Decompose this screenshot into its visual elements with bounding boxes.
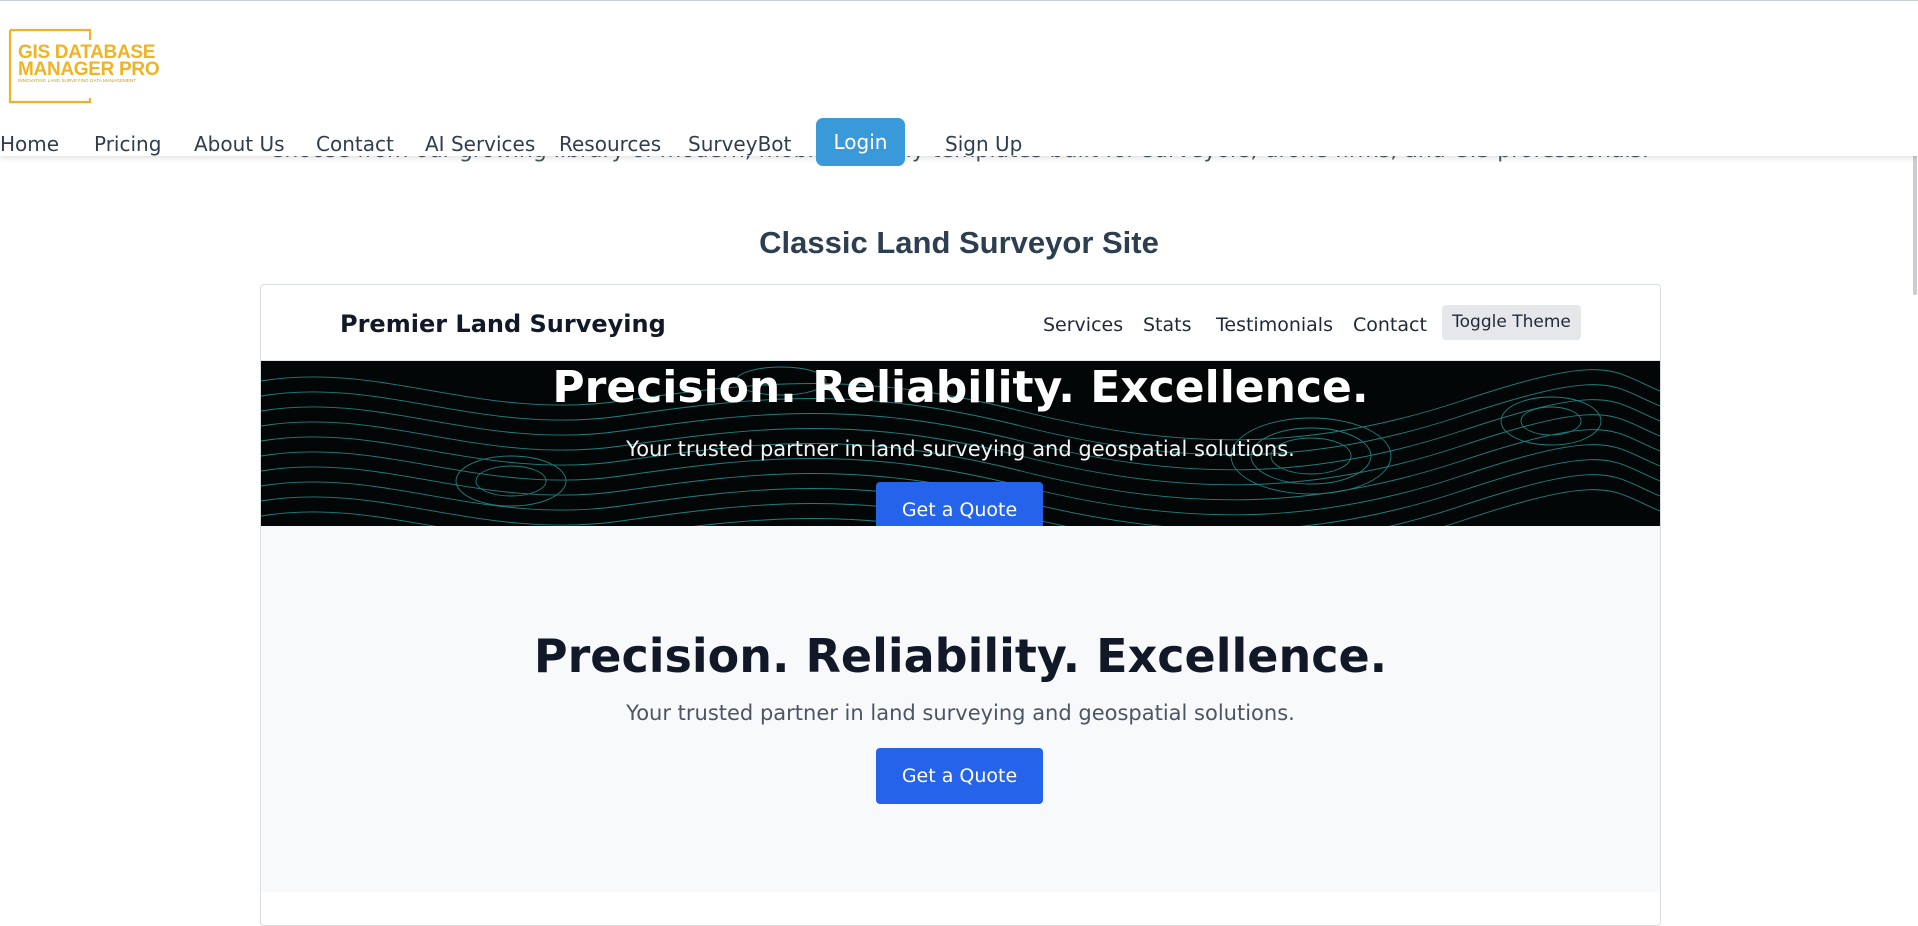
intro-title: Precision. Reliability. Excellence. — [533, 629, 1388, 683]
login-button[interactable]: Login — [816, 118, 905, 166]
preview-brand[interactable]: Premier Land Surveying — [340, 310, 666, 338]
nav-pricing[interactable]: Pricing — [94, 132, 161, 156]
logo[interactable]: GIS DATABASE MANAGER PRO INNOVATING LAND… — [8, 28, 163, 104]
toggle-theme-button[interactable]: Toggle Theme — [1442, 305, 1581, 340]
site-header: GIS DATABASE MANAGER PRO INNOVATING LAND… — [0, 1, 1918, 166]
hero-title: Precision. Reliability. Excellence. — [552, 362, 1369, 413]
preview-nav-contact[interactable]: Contact — [1353, 314, 1427, 336]
template-section-title: Classic Land Surveyor Site — [759, 225, 1159, 260]
nav-surveybot[interactable]: SurveyBot — [688, 132, 791, 156]
nav-about-us[interactable]: About Us — [194, 132, 285, 156]
hero-subtitle: Your trusted partner in land surveying a… — [626, 437, 1295, 461]
preview-nav-services[interactable]: Services — [1043, 314, 1123, 336]
nav-home[interactable]: Home — [0, 132, 59, 156]
logo-tagline: INNOVATING LAND SURVEYING DATA MANAGEMEN… — [18, 78, 137, 83]
preview-nav-testimonials[interactable]: Testimonials — [1216, 314, 1333, 336]
nav-sign-up[interactable]: Sign Up — [945, 132, 1022, 156]
preview-nav-stats[interactable]: Stats — [1143, 314, 1192, 336]
intro-get-quote-button[interactable]: Get a Quote — [876, 748, 1043, 804]
nav-contact[interactable]: Contact — [316, 132, 394, 156]
nav-ai-services[interactable]: AI Services — [425, 132, 535, 156]
template-preview-frame: Premier Land Surveying Services Stats Te… — [260, 284, 1661, 926]
preview-navbar: Premier Land Surveying Services Stats Te… — [261, 285, 1660, 361]
preview-intro-section: Precision. Reliability. Excellence. Your… — [261, 526, 1660, 892]
nav-resources[interactable]: Resources — [559, 132, 661, 156]
intro-subtitle: Your trusted partner in land surveying a… — [626, 701, 1295, 725]
